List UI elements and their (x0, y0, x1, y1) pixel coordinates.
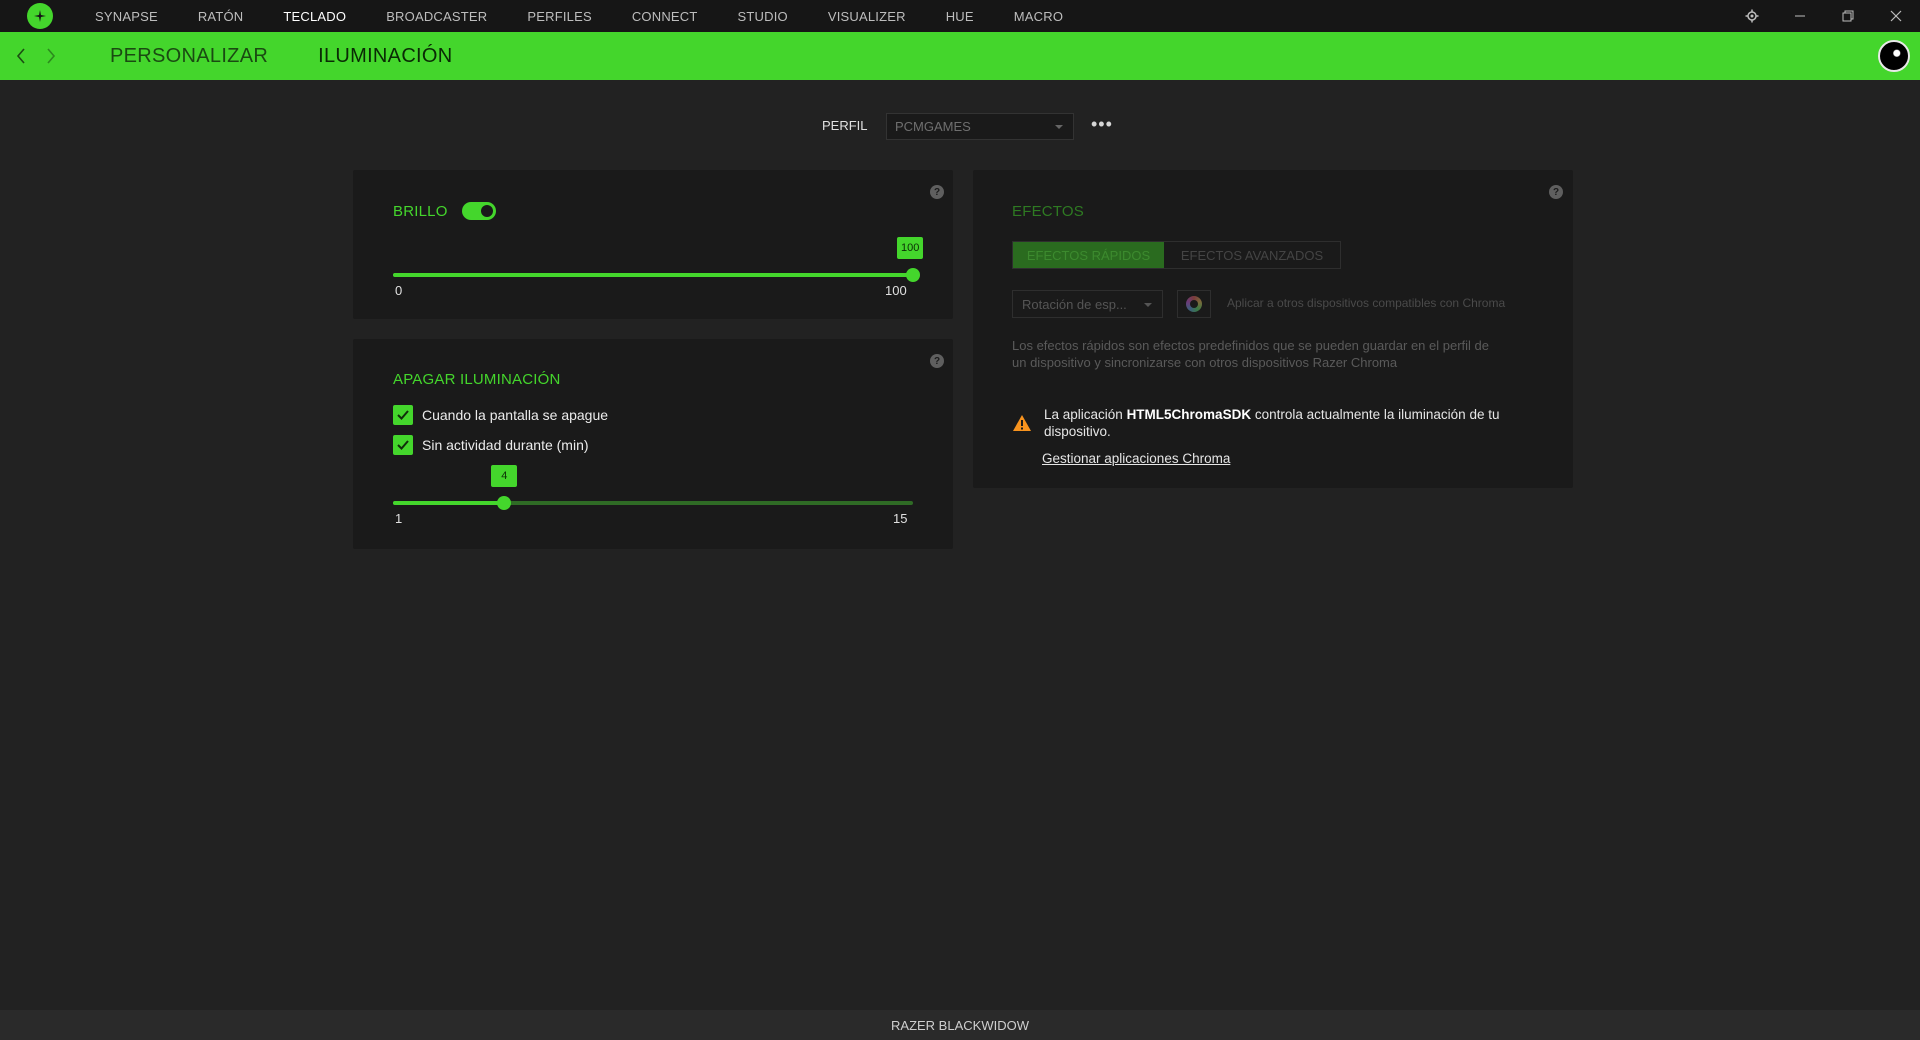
idle-min-label: 1 (395, 511, 403, 526)
tab-hue[interactable]: HUE (946, 9, 974, 24)
minimize-icon (1795, 15, 1805, 17)
apply-to-devices-label: Aplicar a otros dispositivos compatibles… (1227, 296, 1506, 310)
profile-dropdown[interactable]: PCMGAMES (886, 113, 1074, 140)
close-button[interactable] (1872, 0, 1920, 32)
idle-slider-thumb[interactable] (497, 496, 512, 510)
back-button[interactable] (6, 32, 36, 80)
restore-icon (1842, 10, 1854, 22)
tab-connect[interactable]: CONNECT (632, 9, 698, 24)
chevron-left-icon (16, 48, 25, 64)
minimize-button[interactable] (1776, 0, 1824, 32)
effects-panel: ? EFECTOS (973, 170, 1573, 488)
close-icon (1890, 10, 1902, 22)
effects-title: EFECTOS (1012, 203, 1084, 220)
checkmark-icon (397, 410, 409, 420)
brightness-toggle[interactable] (462, 202, 496, 220)
brightness-slider-thumb[interactable] (906, 268, 920, 282)
tab-studio[interactable]: STUDIO (738, 9, 788, 24)
brightness-max-label: 100 (885, 283, 907, 298)
screen-off-label: Cuando la pantalla se apague (422, 407, 609, 423)
gear-icon (1745, 9, 1759, 23)
chevron-right-icon (47, 48, 56, 64)
idle-slider-fill (393, 501, 505, 505)
help-icon[interactable]: ? (1549, 185, 1563, 199)
warning-text: La aplicación HTML5ChromaSDK controla ac… (1044, 406, 1534, 440)
caret-down-icon (1144, 303, 1152, 307)
profile-value: PCMGAMES (895, 119, 971, 134)
tab-macro[interactable]: MACRO (1014, 9, 1063, 24)
tab-broadcaster[interactable]: BROADCASTER (386, 9, 487, 24)
chroma-icon (1186, 296, 1202, 312)
manage-chroma-apps-link[interactable]: Gestionar aplicaciones Chroma (1042, 451, 1230, 466)
subnav-iluminacion[interactable]: ILUMINACIÓN (318, 45, 452, 68)
effect-dropdown-value: Rotación de esp... (1022, 296, 1127, 312)
subnav-personalizar[interactable]: PERSONALIZAR (110, 45, 268, 68)
brightness-slider[interactable] (393, 268, 920, 282)
help-icon[interactable]: ? (930, 354, 944, 368)
window-controls (1728, 0, 1920, 32)
warning-icon (1013, 415, 1031, 431)
quick-effects-description: Los efectos rápidos son efectos predefin… (1012, 338, 1489, 370)
help-icon[interactable]: ? (930, 185, 944, 199)
tab-visualizer[interactable]: VISUALIZER (828, 9, 906, 24)
effect-dropdown[interactable]: Rotación de esp... (1012, 290, 1163, 318)
caret-down-icon (1055, 125, 1063, 129)
brightness-value-bubble: 100 (897, 237, 924, 259)
lights-off-panel: ? APAGAR ILUMINACIÓN Cuando la pantalla … (353, 339, 953, 549)
tab-perfiles[interactable]: PERFILES (527, 9, 591, 24)
brightness-title: BRILLO (393, 203, 448, 220)
avatar[interactable] (1878, 40, 1910, 72)
brightness-panel: ? BRILLO 100 0 100 (353, 170, 953, 319)
tab-quick-effects[interactable]: EFECTOS RÁPIDOS (1013, 242, 1164, 268)
warning-app-name: HTML5ChromaSDK (1126, 407, 1252, 422)
tab-raton[interactable]: RATÓN (198, 9, 244, 24)
screen-off-checkbox[interactable] (393, 405, 413, 425)
forward-button[interactable] (36, 32, 66, 80)
toggle-knob (481, 205, 493, 217)
chroma-apply-button[interactable] (1177, 290, 1211, 318)
idle-slider[interactable] (393, 496, 913, 510)
title-bar: SYNAPSE RATÓN TECLADO BROADCASTER PERFIL… (0, 0, 1920, 32)
sub-navigation-bar: PERSONALIZAR ILUMINACIÓN (0, 32, 1920, 80)
device-footer: RAZER BLACKWIDOW (0, 1010, 1920, 1040)
profile-label: PERFIL (822, 118, 868, 133)
idle-max-label: 15 (893, 511, 908, 526)
checkmark-icon (397, 440, 409, 450)
idle-value-bubble: 4 (491, 465, 518, 487)
idle-label: Sin actividad durante (min) (422, 437, 589, 453)
more-options-button[interactable]: ••• (1091, 114, 1113, 135)
tab-teclado[interactable]: TECLADO (283, 9, 346, 24)
tab-synapse[interactable]: SYNAPSE (95, 9, 158, 24)
effects-tab-switch: EFECTOS RÁPIDOS EFECTOS AVANZADOS (1012, 241, 1341, 269)
restore-button[interactable] (1824, 0, 1872, 32)
brightness-slider-fill (393, 273, 913, 277)
warning-prefix: La aplicación (1044, 407, 1127, 422)
idle-checkbox[interactable] (393, 435, 413, 455)
razer-logo-icon[interactable] (27, 3, 53, 29)
brightness-min-label: 0 (395, 283, 403, 298)
tab-advanced-effects[interactable]: EFECTOS AVANZADOS (1164, 242, 1340, 268)
lights-off-title: APAGAR ILUMINACIÓN (393, 371, 561, 388)
settings-button[interactable] (1728, 0, 1776, 32)
screen-off-option[interactable]: Cuando la pantalla se apague (393, 405, 608, 425)
idle-option[interactable]: Sin actividad durante (min) (393, 435, 589, 455)
chroma-warning: La aplicación HTML5ChromaSDK controla ac… (1012, 406, 1534, 440)
device-name[interactable]: RAZER BLACKWIDOW (891, 1018, 1029, 1033)
